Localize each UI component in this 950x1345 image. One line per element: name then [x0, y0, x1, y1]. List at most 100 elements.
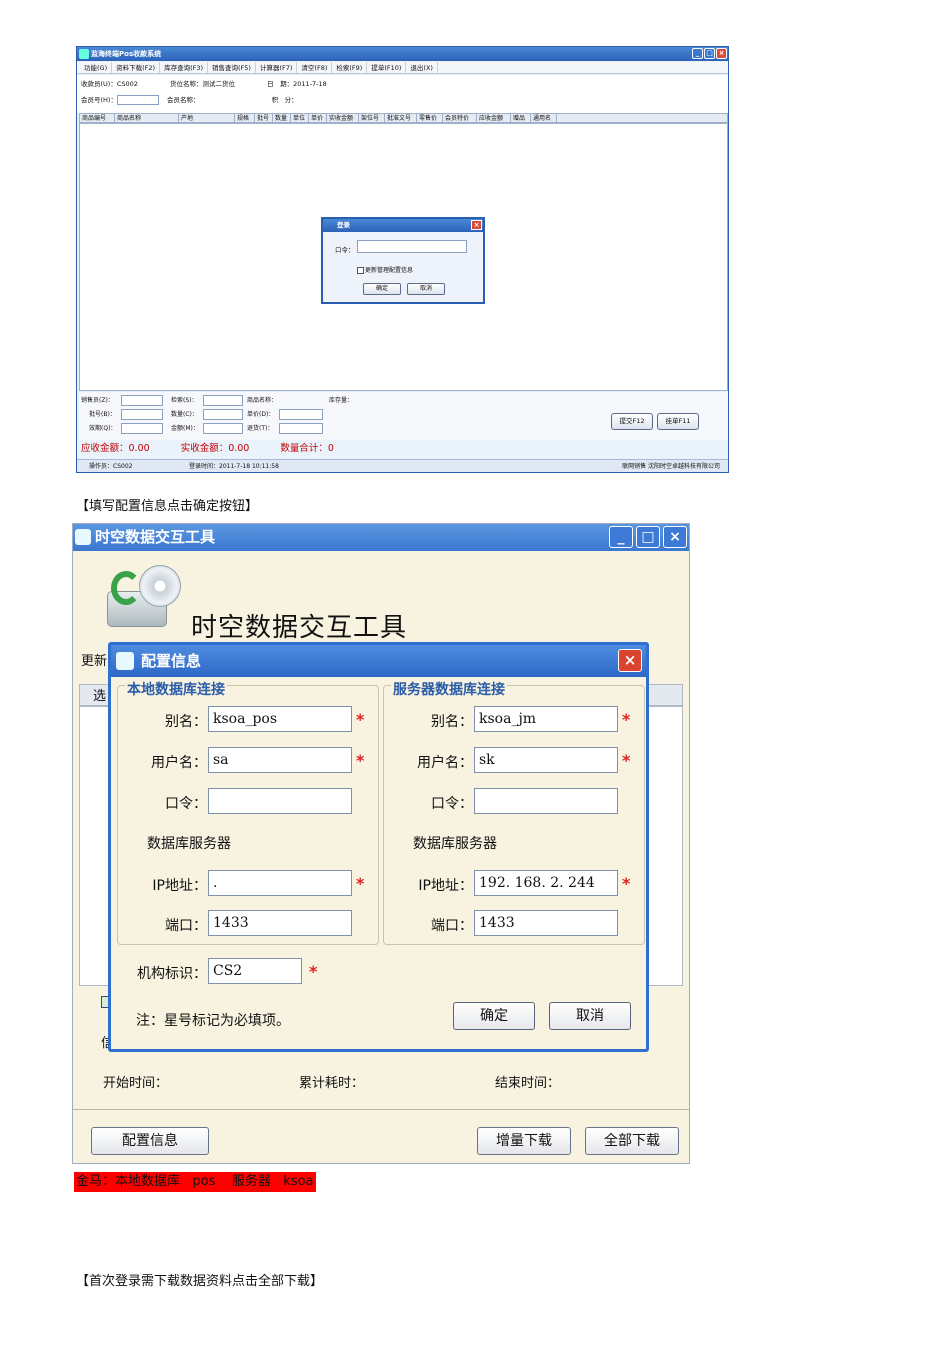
search-input[interactable] — [203, 395, 243, 406]
login-close-icon[interactable]: × — [471, 220, 482, 230]
login-title-bar: 登录 × — [323, 219, 483, 232]
member-no-input[interactable] — [116, 95, 159, 105]
company-status: 联网销售 沈阳时空卓越科技有限公司 — [622, 463, 720, 470]
tab-update[interactable]: 更新 — [81, 650, 107, 669]
col-header[interactable]: 应收金额 — [477, 114, 511, 122]
checkbox-icon[interactable] — [357, 267, 364, 274]
local-port-input[interactable]: 1433 — [208, 910, 352, 936]
app-logo-icon — [79, 49, 89, 59]
unit-price-input[interactable] — [279, 409, 323, 420]
receivable-total: 应收金额：0.00 — [81, 443, 150, 454]
menu-calculator[interactable]: 计算器(F7) — [256, 62, 298, 73]
menu-function[interactable]: 功能(G) — [80, 62, 113, 73]
menu-search[interactable]: 检索(F9) — [332, 62, 368, 73]
banner-title: 时空数据交互工具 — [191, 613, 408, 643]
pos-bottom-panel: 销售员(Z)： 检索(S)： 商品名称： 库存量： 批号(B)： 数量(C)： … — [79, 392, 728, 440]
quantity-input[interactable] — [203, 409, 243, 420]
app-logo-icon — [75, 529, 91, 545]
cashier-value: CS002 — [116, 80, 138, 88]
org-id-label: 机构标识： — [137, 966, 207, 982]
amount-input[interactable] — [203, 423, 243, 434]
config-ok-button[interactable]: 确定 — [453, 1002, 535, 1030]
config-title-bar: 配置信息 × — [111, 645, 646, 677]
close-icon[interactable]: × — [663, 526, 687, 548]
start-time-label: 开始时间： — [103, 1076, 169, 1091]
full-download-button[interactable]: 全部下载 — [585, 1127, 679, 1155]
return-input[interactable] — [279, 423, 323, 434]
menu-download[interactable]: 资料下载(F2) — [112, 62, 161, 73]
menu-exit[interactable]: 退出(X) — [406, 62, 438, 73]
required-star: * — [356, 874, 365, 893]
col-header[interactable]: 单价 — [309, 114, 327, 122]
col-header[interactable]: 规格 — [235, 114, 255, 122]
local-ip-label: IP地址： — [152, 878, 207, 894]
col-header[interactable]: 赠品 — [511, 114, 531, 122]
select-column-header[interactable]: 选 — [93, 685, 106, 704]
server-ip-input[interactable]: 192. 168. 2. 244 — [474, 870, 618, 896]
maximize-icon[interactable]: □ — [636, 526, 660, 548]
required-star: * — [356, 710, 365, 729]
col-header[interactable]: 通用名 — [531, 114, 557, 122]
hold-order-button[interactable]: 挂单F11 — [657, 413, 699, 430]
pos-title-bar: 监海终端Pos收款系统 _ □ × — [77, 47, 728, 61]
caption-fill-config: 【填写配置信息点击确定按钮】 — [76, 499, 259, 514]
highlighted-note: 金马：本地数据库 pos 服务器 ksoa — [74, 1172, 316, 1192]
product-grid-header: 商品编号 商品名称 产地 规格 批号 数量 单位 单价 实收金额 架位号 批准文… — [79, 113, 728, 123]
col-header[interactable]: 批准文号 — [385, 114, 417, 122]
col-header[interactable]: 零售价 — [417, 114, 443, 122]
submit-button[interactable]: 提交F12 — [611, 413, 653, 430]
salesperson-select[interactable] — [121, 395, 163, 406]
login-title: 登录 — [337, 221, 350, 229]
col-header[interactable]: 实收金额 — [327, 114, 359, 122]
menu-sales-query[interactable]: 销售查询(F5) — [208, 62, 256, 73]
col-header[interactable]: 单位 — [291, 114, 309, 122]
login-ok-button[interactable]: 确定 — [363, 283, 401, 295]
server-alias-label: 别名： — [431, 714, 473, 730]
local-db-legend: 本地数据库连接 — [125, 679, 227, 699]
config-close-icon[interactable]: × — [618, 649, 642, 672]
local-password-input[interactable] — [208, 788, 352, 814]
maximize-icon[interactable]: □ — [704, 48, 715, 59]
required-note: 注：星号标记为必填项。 — [136, 1013, 290, 1029]
login-password-input[interactable] — [357, 240, 467, 253]
org-id-input[interactable]: CS2 — [208, 958, 302, 984]
pos-menu-bar: 功能(G) 资料下载(F2) 库存查询(F3) 销售查询(F5) 计算器(F7)… — [77, 62, 728, 74]
caption-first-login: 【首次登录需下载数据资料点击全部下载】 — [76, 1274, 324, 1289]
col-header[interactable]: 批号 — [255, 114, 273, 122]
pos-info-panel: 收款员(U)：CS002 货位名称：测试二货位 日 期：2011-7-18 会员… — [77, 75, 728, 113]
server-user-input[interactable]: sk — [474, 747, 618, 773]
config-dialog: 配置信息 × 本地数据库连接 服务器数据库连接 别名： ksoa_pos * 用… — [108, 642, 649, 1052]
quantity-total: 数量合计：0 — [280, 443, 334, 454]
col-header[interactable]: 数量 — [273, 114, 291, 122]
col-header[interactable]: 商品编号 — [80, 114, 115, 122]
login-cancel-button[interactable]: 取消 — [407, 283, 445, 295]
tool-window-title: 时空数据交互工具 — [95, 528, 216, 546]
server-alias-input[interactable]: ksoa_jm — [474, 706, 618, 732]
location-value: 测试二货位 — [202, 80, 236, 88]
config-title: 配置信息 — [141, 652, 202, 670]
server-port-input[interactable]: 1433 — [474, 910, 618, 936]
col-header[interactable]: 商品名称 — [115, 114, 179, 122]
menu-stock-query[interactable]: 库存查询(F3) — [160, 62, 209, 73]
incremental-download-button[interactable]: 增量下载 — [477, 1127, 571, 1155]
server-password-input[interactable] — [474, 788, 618, 814]
col-header[interactable]: 产地 — [179, 114, 235, 122]
local-user-input[interactable]: sa — [208, 747, 352, 773]
local-ip-input[interactable]: . — [208, 870, 352, 896]
login-password-label: 口令： — [335, 246, 355, 254]
config-cancel-button[interactable]: 取消 — [549, 1002, 631, 1030]
minimize-icon[interactable]: _ — [692, 48, 703, 59]
close-icon[interactable]: × — [716, 48, 727, 59]
menu-pickup[interactable]: 提单(F10) — [367, 62, 407, 73]
update-config-checkbox[interactable]: 更新管理配置信息 — [357, 265, 413, 274]
local-alias-input[interactable]: ksoa_pos — [208, 706, 352, 732]
server-password-label: 口令： — [431, 796, 473, 812]
col-header[interactable]: 架位号 — [359, 114, 385, 122]
server-user-label: 用户名： — [417, 755, 473, 771]
config-info-button[interactable]: 配置信息 — [91, 1127, 209, 1155]
batch-input[interactable] — [121, 409, 163, 420]
menu-clear[interactable]: 清空(F8) — [297, 62, 333, 73]
col-header[interactable]: 会员特价 — [443, 114, 477, 122]
expiry-input[interactable] — [121, 423, 163, 434]
minimize-icon[interactable]: _ — [609, 526, 633, 548]
